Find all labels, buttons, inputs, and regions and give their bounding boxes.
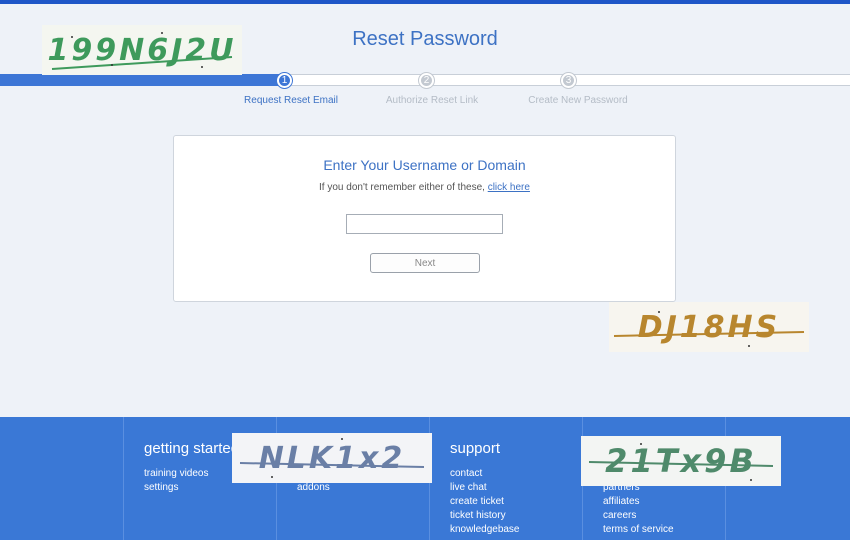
next-button[interactable]: Next xyxy=(370,253,480,273)
footer-link-knowledgebase[interactable]: knowledgebase xyxy=(450,524,520,535)
captcha-text-1: 199N6J2U xyxy=(47,32,237,68)
footer-link-contact[interactable]: contact xyxy=(450,468,482,479)
footer-link-item: settings xyxy=(144,481,208,495)
footer-link-item: knowledgebase xyxy=(450,523,520,537)
form-title: Enter Your Username or Domain xyxy=(323,157,526,173)
captcha-image-4: 21Tx9B xyxy=(581,436,781,486)
footer-link-ticket-history[interactable]: ticket history xyxy=(450,510,506,521)
reset-form-card: Enter Your Username or Domain If you don… xyxy=(173,135,676,302)
captcha-image-1: 199N6J2U xyxy=(42,25,242,75)
footer-link-list: contact live chat create ticket ticket h… xyxy=(450,467,520,537)
captcha-text-4: 21Tx9B xyxy=(605,442,757,480)
step-2-marker: 2 xyxy=(419,73,434,88)
step-3-label: Create New Password xyxy=(528,95,628,106)
footer-link-item: live chat xyxy=(450,481,520,495)
footer-link-list: training videos settings xyxy=(144,467,208,495)
footer-link-item: affiliates xyxy=(603,495,674,509)
footer-link-addons[interactable]: addons xyxy=(297,482,330,493)
footer-link-item: contact xyxy=(450,467,520,481)
step-2-label: Authorize Reset Link xyxy=(385,95,479,106)
footer-column-support: support contact live chat create ticket … xyxy=(429,417,583,540)
captcha-image-2: DJ18HS xyxy=(609,302,809,352)
form-hint-text: If you don't remember either of these, xyxy=(319,182,485,193)
footer-link-training-videos[interactable]: training videos xyxy=(144,468,208,479)
footer-link-item: ticket history xyxy=(450,509,520,523)
footer-link-terms-of-service[interactable]: terms of service xyxy=(603,524,674,535)
footer-link-item: careers xyxy=(603,509,674,523)
footer-link-item: create ticket xyxy=(450,495,520,509)
footer-link-list: partners affiliates careers terms of ser… xyxy=(603,481,674,537)
progress-fill xyxy=(0,74,284,86)
footer-link-affiliates[interactable]: affiliates xyxy=(603,496,640,507)
captcha-image-3: NLK1x2 xyxy=(232,433,432,483)
footer-link-careers[interactable]: careers xyxy=(603,510,636,521)
footer-heading: support xyxy=(450,440,501,457)
footer-link-item: terms of service xyxy=(603,523,674,537)
footer-link-settings[interactable]: settings xyxy=(144,482,178,493)
step-3-marker: 3 xyxy=(561,73,576,88)
captcha-text-3: NLK1x2 xyxy=(258,440,406,476)
form-hint: If you don't remember either of these, c… xyxy=(174,182,675,193)
top-accent-bar xyxy=(0,0,850,4)
footer-link-live-chat[interactable]: live chat xyxy=(450,482,487,493)
footer-link-item: training videos xyxy=(144,467,208,481)
footer-link-create-ticket[interactable]: create ticket xyxy=(450,496,504,507)
click-here-link[interactable]: click here xyxy=(488,182,530,193)
username-input[interactable] xyxy=(346,214,503,234)
footer-link-list: addons xyxy=(297,481,330,495)
step-1-label: Request Reset Email xyxy=(244,95,338,106)
footer-link-item: addons xyxy=(297,481,330,495)
footer-heading: getting started xyxy=(144,440,240,457)
step-1-marker: 1 xyxy=(277,73,292,88)
captcha-text-2: DJ18HS xyxy=(637,309,781,345)
